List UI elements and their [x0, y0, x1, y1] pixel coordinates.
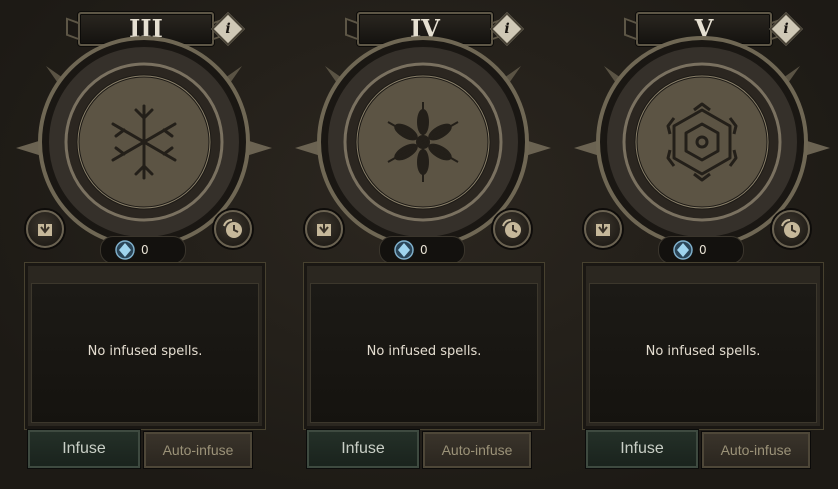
withdraw-button[interactable]	[26, 210, 64, 248]
frost-gem-icon	[394, 240, 414, 260]
clock-rewind-icon	[502, 219, 521, 238]
clock-rewind-icon	[223, 219, 242, 238]
essence-counter: 0	[379, 236, 465, 264]
essence-count: 0	[420, 243, 428, 257]
infuse-button[interactable]: Infuse	[28, 430, 140, 468]
infused-spells-list: No infused spells.	[582, 262, 824, 430]
spell-slot-panel-iv: IV i 0 No infused spells. Infuse Auto-in…	[295, 0, 555, 489]
infused-spells-list: No infused spells.	[303, 262, 545, 430]
spell-slot-panel-v: V i 0 No infused spells. Infuse Auto-inf…	[574, 0, 834, 489]
history-button[interactable]	[214, 210, 252, 248]
auto-infuse-button[interactable]: Auto-infuse	[144, 432, 252, 468]
infuse-button[interactable]: Infuse	[307, 430, 419, 468]
history-button[interactable]	[493, 210, 531, 248]
withdraw-button[interactable]	[305, 210, 343, 248]
infuse-button[interactable]: Infuse	[586, 430, 698, 468]
empty-spells-message: No infused spells.	[645, 343, 761, 359]
essence-counter: 0	[658, 236, 744, 264]
empty-spells-message: No infused spells.	[87, 343, 203, 359]
history-button[interactable]	[772, 210, 810, 248]
auto-infuse-button[interactable]: Auto-infuse	[702, 432, 810, 468]
spell-slot-panel-iii: III i 0 No infused spells. Infuse Auto-i…	[16, 0, 276, 489]
essence-count: 0	[699, 243, 707, 257]
download-box-icon	[317, 220, 331, 236]
download-box-icon	[38, 220, 52, 236]
essence-count: 0	[141, 243, 149, 257]
empty-spells-message: No infused spells.	[366, 343, 482, 359]
download-box-icon	[596, 220, 610, 236]
essence-counter: 0	[100, 236, 186, 264]
clock-rewind-icon	[781, 219, 800, 238]
frost-gem-icon	[673, 240, 693, 260]
withdraw-button[interactable]	[584, 210, 622, 248]
frost-gem-icon	[115, 240, 135, 260]
auto-infuse-button[interactable]: Auto-infuse	[423, 432, 531, 468]
infused-spells-list: No infused spells.	[24, 262, 266, 430]
